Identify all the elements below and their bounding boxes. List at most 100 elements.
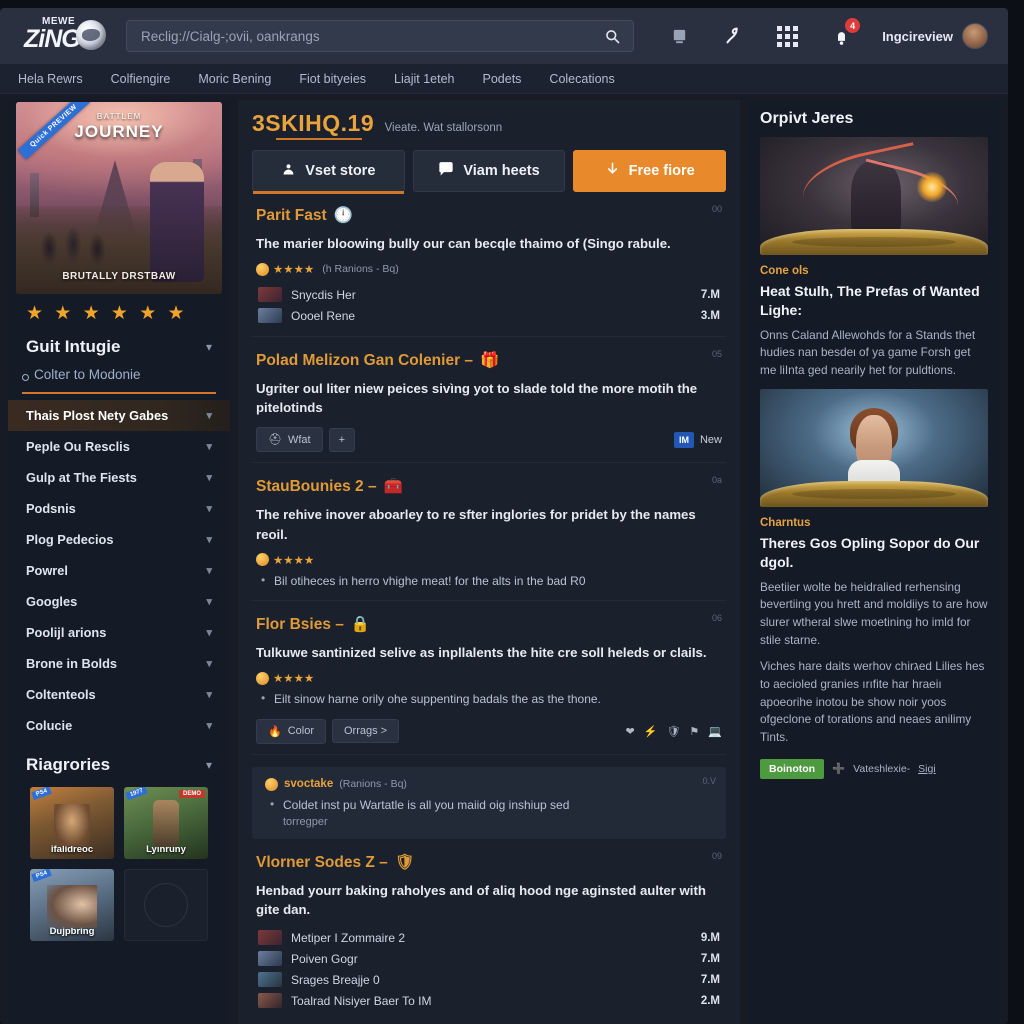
sidebar-item-10[interactable]: Colucie ▾ bbox=[8, 710, 230, 741]
row-name: Poiven Gogr bbox=[291, 951, 358, 966]
chip-label: Color bbox=[287, 725, 314, 738]
table-row[interactable]: Toalrad Nisiyer Baer To IM 2.M bbox=[256, 990, 722, 1011]
table-row[interactable]: Srages Breajje 0 7.M bbox=[256, 969, 722, 990]
sidebar-item-8[interactable]: Brone in Bolds ▾ bbox=[8, 648, 230, 679]
section-bullet: Bil otiheces in herro vhighe meat! for t… bbox=[256, 572, 722, 590]
tab-2[interactable]: Free fiore bbox=[573, 150, 727, 192]
row-name: Toalrad Nisiyer Baer To IM bbox=[291, 993, 432, 1008]
sidebar-item-5[interactable]: Powrel ▾ bbox=[8, 555, 230, 586]
section-2: 0a StauBounies 2 – 🧰 The rehive inover aboa… bbox=[252, 463, 726, 602]
gallery-grid: PS4 ifalidreoc 1977 DEMO Lyinruny PS4 Dujpbrin… bbox=[8, 781, 230, 941]
tab-1[interactable]: Viam heets bbox=[412, 150, 566, 192]
section-rating: ★★★★ bbox=[256, 671, 722, 685]
row-value: 3.M bbox=[700, 309, 720, 322]
promo-title-bottom: BRUTALLY DRSTBAW bbox=[62, 271, 176, 282]
sidebar-item-1[interactable]: Peple Ou Resclis ▾ bbox=[8, 431, 230, 462]
sidebar-item-2[interactable]: Gulp at The Fiests ▾ bbox=[8, 462, 230, 493]
nav-item-2[interactable]: Moric Bening bbox=[198, 72, 271, 86]
gallery-thumb-0[interactable]: PS4 ifalidreoc bbox=[30, 787, 114, 859]
gallery-thumb-1[interactable]: 1977 DEMO Lyinruny bbox=[124, 787, 208, 859]
nav-item-3[interactable]: Fiot bityeies bbox=[299, 72, 366, 86]
avatar[interactable] bbox=[962, 23, 988, 49]
gallery-thumb-3[interactable] bbox=[124, 869, 208, 941]
footer-meta: Vateshlexie- bbox=[853, 762, 911, 775]
quote-header: svoctake (Ranions - Bq) bbox=[265, 777, 713, 791]
nav-item-5[interactable]: Podets bbox=[483, 72, 522, 86]
sidebar-sub-link[interactable]: Colter to Modonie bbox=[8, 363, 230, 390]
nav-item-0[interactable]: Hela Rewrs bbox=[18, 72, 83, 86]
section-heading[interactable]: Polad Melizon Gan Colenier – 🎁 bbox=[256, 351, 722, 370]
sidebar-item-4[interactable]: Plog Pedecios ▾ bbox=[8, 524, 230, 555]
article-title-1[interactable]: Heat Stulh, The Prefas of Wanted Lighe: bbox=[760, 282, 988, 320]
search-icon[interactable] bbox=[601, 25, 623, 47]
chip-button-0[interactable]: ⛑ Wfat bbox=[256, 427, 323, 453]
table-row[interactable]: Poiven Gogr 7.M bbox=[256, 948, 722, 969]
article-image-2[interactable] bbox=[760, 388, 988, 507]
footer-link[interactable]: Sigi bbox=[918, 763, 936, 775]
sidebar-item-3[interactable]: Podsnis ▾ bbox=[8, 493, 230, 524]
section-heading[interactable]: StauBounies 2 – 🧰 bbox=[256, 477, 722, 496]
main-content: 3SKIHQ.19 Vieate. Wat stallorsonn Vset s… bbox=[238, 100, 740, 1024]
flag-icon[interactable]: ⚑ bbox=[689, 725, 699, 738]
notification-badge: 4 bbox=[845, 18, 861, 33]
sidebar-item-6[interactable]: Googles ▾ bbox=[8, 586, 230, 617]
gallery-header[interactable]: Riagrories ▾ bbox=[8, 747, 230, 781]
top-icon-group: 4 Ingcireview bbox=[666, 18, 992, 49]
section-row-list: Snycdis Her 7.M Oooel Rene 3.M bbox=[256, 284, 722, 326]
tab-0[interactable]: Vset store bbox=[252, 150, 405, 194]
rating-stars: ★★★★ bbox=[273, 673, 315, 686]
quote-author[interactable]: svoctake bbox=[284, 778, 333, 790]
search-input[interactable] bbox=[141, 28, 601, 44]
nav-item-1[interactable]: Colfiengire bbox=[111, 72, 171, 86]
sidebar-item-0[interactable]: Thais Plost Nety Gabes ▾ bbox=[8, 400, 230, 431]
section-heading[interactable]: Flor Bsies – 🔒 bbox=[256, 615, 722, 634]
table-row[interactable]: Oooel Rene 3.M bbox=[256, 305, 722, 326]
row-thumbnail bbox=[258, 930, 282, 946]
nav-item-6[interactable]: Colecations bbox=[549, 72, 614, 86]
site-logo[interactable]: MEWE ZiNGO bbox=[16, 14, 112, 58]
user-menu[interactable]: Ingcireview bbox=[882, 23, 988, 49]
row-value: 2.M bbox=[700, 994, 720, 1007]
share-icon[interactable]: ➕ bbox=[832, 762, 845, 775]
section-heading[interactable]: Parit Fast 🕛 bbox=[256, 206, 722, 225]
toolbox-icon: 🧰 bbox=[383, 478, 403, 496]
promo-banner[interactable]: BATTLEM JOURNEY BRUTALLY DRSTBAW Quick P… bbox=[16, 102, 222, 294]
row-thumbnail bbox=[258, 993, 282, 1009]
quote-block: 0.V svoctake (Ranions - Bq) Coldet inst … bbox=[252, 766, 726, 840]
nav-item-4[interactable]: Liajit 1eteh bbox=[394, 72, 454, 86]
chip-button-0[interactable]: 🔥 Color bbox=[256, 718, 326, 744]
search-bar[interactable] bbox=[126, 20, 634, 52]
sidebar-item-9[interactable]: Coltenteols ▾ bbox=[8, 679, 230, 710]
screen-icon[interactable]: 💻 bbox=[708, 725, 722, 738]
monitor-icon[interactable] bbox=[666, 23, 692, 49]
article-text-1: Onns Caland Allewohds for a Stands thet … bbox=[760, 327, 976, 378]
article-title-2[interactable]: Theres Gos Opling Sopor do Our dgol. bbox=[760, 534, 988, 572]
promo-figures bbox=[32, 212, 118, 272]
gallery-thumb-2[interactable]: PS4 Dujpbring bbox=[30, 869, 114, 941]
sidebar-group-header[interactable]: Guit Intugie ▾ bbox=[8, 329, 230, 363]
coin-icon bbox=[256, 262, 269, 276]
section-bullet: Eilt sinow harne orily ohe suppenting ba… bbox=[256, 690, 722, 708]
sidebar-item-7[interactable]: Poolijl arions ▾ bbox=[8, 617, 230, 648]
chevron-down-icon[interactable]: ▾ bbox=[206, 340, 212, 354]
heart-icon[interactable]: ❤ bbox=[626, 725, 635, 738]
table-row[interactable]: Snycdis Her 7.M bbox=[256, 284, 722, 305]
chip-button-1[interactable]: + bbox=[328, 427, 356, 452]
bolt-icon[interactable]: ⚡ bbox=[644, 725, 658, 738]
thumb-corner-badge: 1977 bbox=[125, 787, 149, 801]
article-image-1[interactable] bbox=[760, 137, 988, 255]
section-heading[interactable]: Vlorner Sodes Z – 🛡 bbox=[256, 853, 722, 872]
chip-right-label[interactable]: New bbox=[700, 434, 722, 446]
notification-bell-icon[interactable]: 4 bbox=[828, 18, 861, 49]
chevron-down-icon[interactable]: ▾ bbox=[206, 758, 212, 772]
shield-icon[interactable]: 🛡 bbox=[666, 725, 680, 738]
chip-button-1[interactable]: Orrags > bbox=[332, 719, 400, 744]
tab-label: Free fiore bbox=[628, 163, 695, 179]
action-pill-button[interactable]: Boinoton bbox=[760, 758, 825, 779]
apps-grid-icon[interactable] bbox=[774, 23, 800, 49]
lightning-icon[interactable] bbox=[720, 23, 746, 49]
table-row[interactable]: Metiper I Zommaire 2 9.M bbox=[256, 927, 722, 948]
section-heading-text: StauBounies 2 – bbox=[256, 477, 377, 495]
chevron-right-icon: ▾ bbox=[206, 503, 212, 515]
sidebar-item-label: Podsnis bbox=[26, 501, 76, 516]
